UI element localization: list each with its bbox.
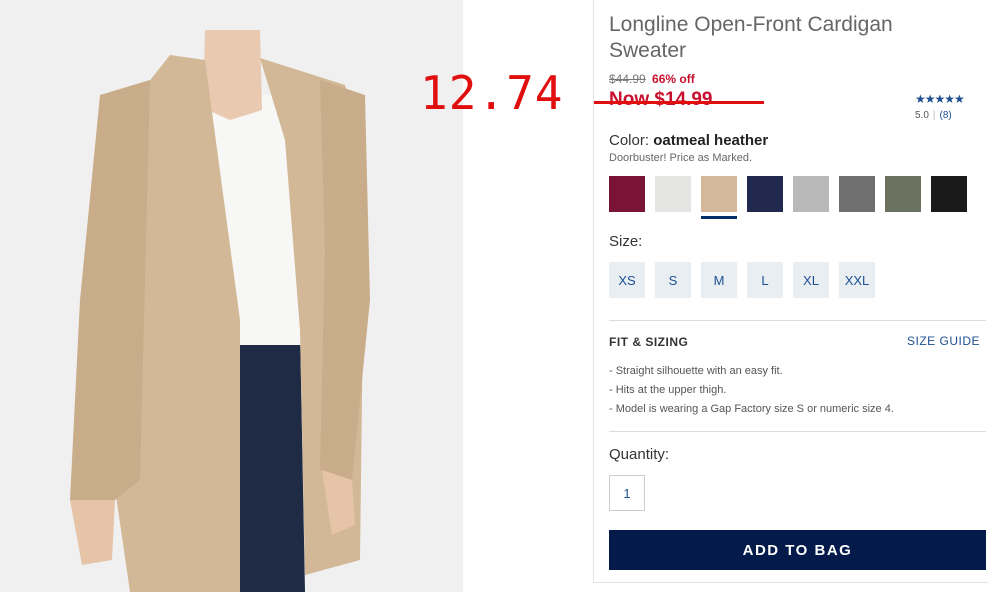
product-rating[interactable]: ★★★★★ 5.0 | (8) [915, 92, 965, 121]
doorbuster-note: Doorbuster! Price as Marked. [609, 152, 753, 164]
size-options: XS S M L XL XXL [609, 262, 885, 298]
product-image [0, 0, 463, 592]
rating-score: 5.0 [915, 110, 929, 121]
size-l-button[interactable]: L [747, 262, 783, 298]
divider [609, 320, 986, 321]
quantity-input[interactable]: 1 [609, 475, 645, 511]
handwritten-strikethrough [594, 101, 764, 104]
size-s-button[interactable]: S [655, 262, 691, 298]
handwritten-price-annotation: 12.74 [420, 66, 564, 120]
color-swatch-light-heather-grey[interactable] [655, 176, 691, 212]
add-to-bag-button[interactable]: ADD TO BAG [609, 530, 986, 570]
sale-price: Now $14.99 [609, 89, 713, 110]
color-swatches [609, 176, 977, 219]
color-swatch-burgundy[interactable] [609, 176, 645, 212]
percent-off-badge: 66% off [652, 72, 695, 86]
fit-details-list: - Straight silhouette with an easy fit. … [609, 362, 894, 419]
size-m-button[interactable]: M [701, 262, 737, 298]
color-swatch-navy[interactable] [747, 176, 783, 212]
fit-detail-item: - Hits at the upper thigh. [609, 384, 727, 396]
color-label: Color: oatmeal heather [609, 132, 768, 149]
size-xs-button[interactable]: XS [609, 262, 645, 298]
divider [609, 431, 986, 432]
original-price: $44.99 [609, 72, 646, 86]
color-swatch-charcoal-marl[interactable] [839, 176, 875, 212]
star-rating-icon: ★★★★★ [915, 92, 965, 106]
color-swatch-olive[interactable] [885, 176, 921, 212]
color-swatch-black[interactable] [931, 176, 967, 212]
review-count-link[interactable]: (8) [940, 110, 952, 121]
size-guide-link[interactable]: SIZE GUIDE [907, 334, 980, 348]
model-wearing-cardigan-illustration [0, 0, 463, 592]
selected-color-name: oatmeal heather [653, 132, 769, 149]
size-xxl-button[interactable]: XXL [839, 262, 875, 298]
price-line: $44.99 66% off [609, 72, 695, 86]
rating-separator: | [932, 110, 936, 121]
size-label: Size: [609, 233, 643, 250]
quantity-label: Quantity: [609, 446, 670, 463]
color-swatch-oatmeal-heather[interactable] [701, 176, 737, 219]
color-swatch-light-grey[interactable] [793, 176, 829, 212]
color-label-prefix: Color: [609, 132, 650, 149]
product-title: Longline Open-Front Cardigan Sweater [609, 13, 893, 62]
fit-sizing-heading: FIT & SIZING [609, 335, 689, 349]
product-details-panel: Longline Open-Front Cardigan Sweater $44… [593, 0, 988, 583]
size-xl-button[interactable]: XL [793, 262, 829, 298]
fit-detail-item: - Straight silhouette with an easy fit. [609, 365, 783, 377]
rating-meta: 5.0 | (8) [915, 110, 964, 121]
fit-detail-item: - Model is wearing a Gap Factory size S … [609, 403, 894, 415]
